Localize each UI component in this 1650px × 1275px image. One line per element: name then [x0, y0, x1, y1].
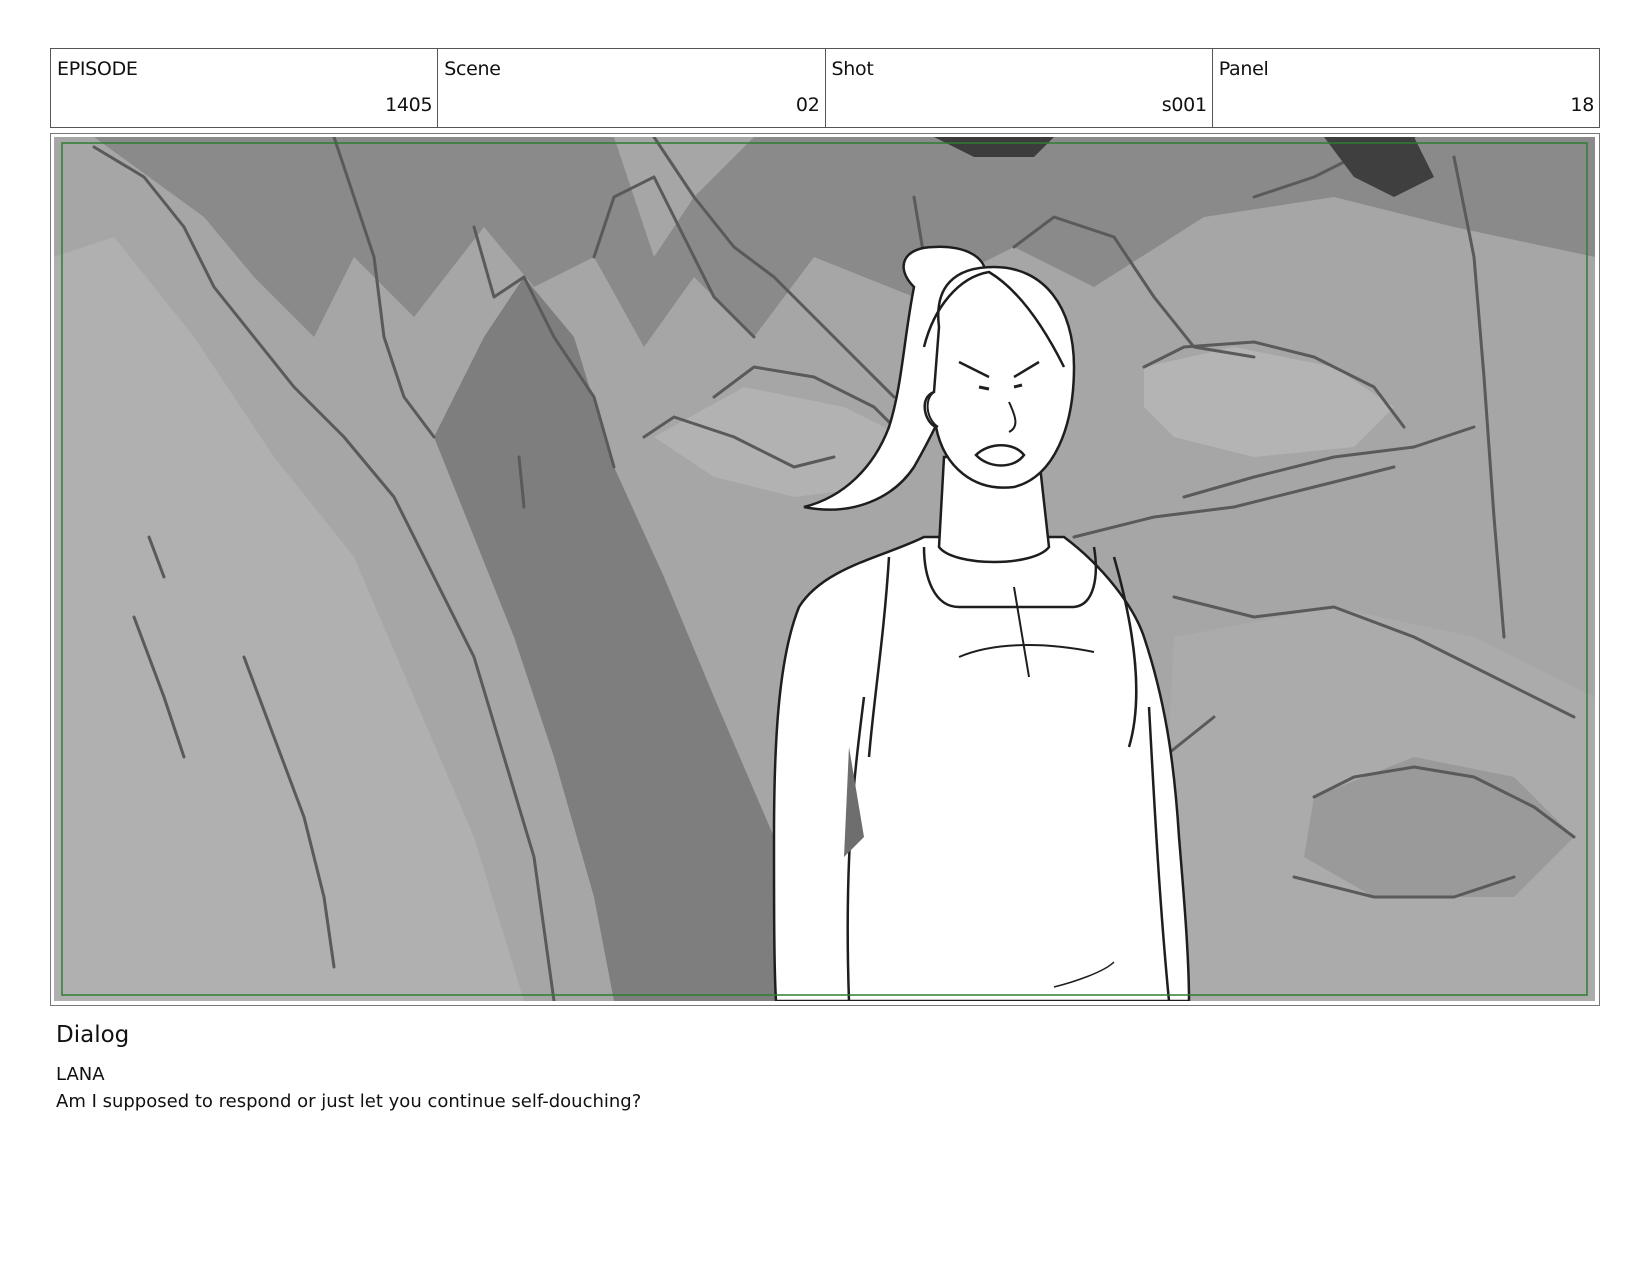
dialog-speaker: LANA — [56, 1064, 105, 1085]
shot-label: Shot — [831, 58, 874, 80]
lana-eye-right — [1013, 383, 1023, 389]
panel-header-table: EPISODE 1405 Scene 02 Shot s001 Panel 18 — [50, 48, 1600, 128]
scene-value: 02 — [795, 94, 820, 116]
storyboard-drawing — [54, 137, 1595, 1001]
episode-cell: EPISODE 1405 — [51, 49, 439, 127]
panel-cell: Panel 18 — [1213, 49, 1599, 127]
shot-value: s001 — [1161, 94, 1207, 116]
dialog-line: Am I supposed to respond or just let you… — [56, 1091, 642, 1112]
panel-value: 18 — [1570, 94, 1594, 116]
panel-label: Panel — [1218, 58, 1269, 80]
episode-label: EPISODE — [57, 58, 138, 80]
lana-eye-left — [978, 385, 990, 391]
dialog-title: Dialog — [56, 1022, 130, 1048]
scene-label: Scene — [444, 58, 501, 80]
scene-cell: Scene 02 — [438, 49, 826, 127]
episode-value: 1405 — [385, 94, 433, 116]
shot-cell: Shot s001 — [826, 49, 1213, 127]
storyboard-panel-frame — [50, 133, 1600, 1006]
